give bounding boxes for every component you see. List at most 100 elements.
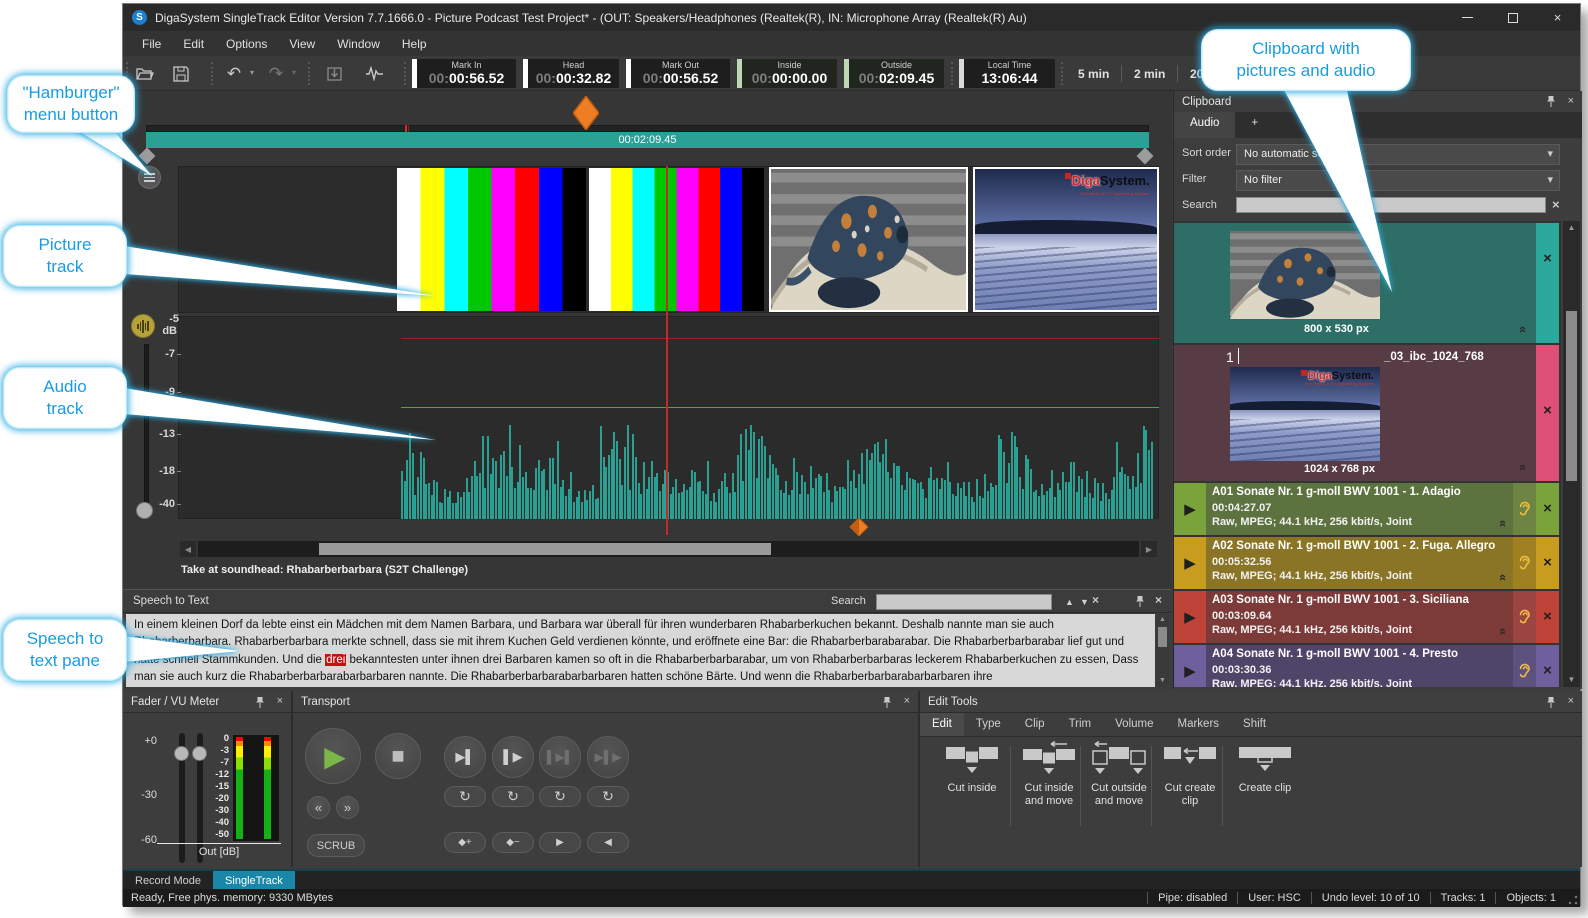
picture-clip-colorbars-1[interactable]	[397, 168, 586, 311]
volume-line[interactable]	[401, 407, 1159, 408]
timeline-scrollbar-thumb[interactable]	[319, 543, 771, 555]
clipboard-item-picture-lizard[interactable]: 800 x 530 px « ×	[1174, 223, 1559, 343]
clipboard-item-audio-2[interactable]: ▶ A02 Sonate Nr. 1 g-moll BWV 1001 - 2. …	[1174, 537, 1559, 589]
rewind-button[interactable]: «	[307, 796, 330, 819]
scroll-left-button[interactable]: ◀	[180, 541, 196, 557]
picture-clip-digasystem[interactable]: DigaSystem. The Radio & TV Operating Sys…	[973, 167, 1159, 312]
resize-grip[interactable]	[1568, 895, 1578, 905]
s2t-scrollbar[interactable]: ▲ ▼	[1156, 614, 1169, 687]
filter-dropdown[interactable]: No filter▾	[1236, 170, 1560, 191]
clipboard-close-icon[interactable]: ×	[1568, 95, 1574, 107]
item-play-button[interactable]: ▶	[1174, 591, 1206, 643]
tab-shift[interactable]: Shift	[1231, 713, 1278, 736]
save-button[interactable]	[168, 61, 194, 86]
delete-item-icon[interactable]: ×	[1543, 251, 1552, 266]
play-to-head-button[interactable]: ▶▌	[444, 736, 486, 778]
search-next-icon[interactable]: ▼	[1080, 597, 1089, 607]
undo-button[interactable]: ↶	[221, 61, 247, 86]
item-play-button[interactable]: ▶	[1174, 483, 1206, 535]
tool-create-clip[interactable]: Create clip	[1230, 741, 1300, 795]
menu-help[interactable]: Help	[391, 33, 438, 55]
tool-cut-outside-move[interactable]: Cut outside and move	[1084, 741, 1154, 808]
tool-cut-inside[interactable]: Cut inside	[937, 741, 1007, 795]
transport-pin-icon[interactable]	[882, 696, 892, 709]
clipboard-search-clear-icon[interactable]: ×	[1552, 197, 1560, 212]
undo-dropdown[interactable]: ▾	[250, 68, 254, 77]
maximize-button[interactable]	[1490, 4, 1535, 31]
play-from-head-button[interactable]: ▌▶	[492, 736, 534, 778]
scroll-down-icon[interactable]: ▼	[1563, 673, 1580, 687]
redo-dropdown[interactable]: ▾	[292, 68, 296, 77]
clipboard-item-picture-diga[interactable]: 1 _03_ibc_1024_768 DigaSystem. The Radio…	[1174, 345, 1559, 481]
delete-item-icon[interactable]: ×	[1543, 663, 1552, 678]
menu-file[interactable]: File	[131, 33, 172, 55]
menu-window[interactable]: Window	[326, 33, 391, 55]
clipboard-tab-audio[interactable]: Audio	[1174, 112, 1235, 138]
tab-edit[interactable]: Edit	[920, 713, 964, 736]
clipboard-add-tab[interactable]: +	[1235, 112, 1274, 138]
edit-tools-pin-icon[interactable]	[1546, 696, 1556, 709]
prev-marker-button[interactable]: ◀	[587, 832, 629, 853]
search-clear-icon[interactable]: ×	[1092, 593, 1099, 607]
close-button[interactable]: ×	[1535, 4, 1580, 31]
menu-view[interactable]: View	[278, 33, 326, 55]
clipboard-item-audio-3[interactable]: ▶ A03 Sonate Nr. 1 g-moll BWV 1001 - 3. …	[1174, 591, 1559, 643]
zoom-preset-2min[interactable]: 2 min	[1125, 61, 1174, 86]
playhead-marker-icon[interactable]	[573, 96, 599, 130]
collapse-icon[interactable]: «	[1496, 574, 1511, 581]
prelisten-button[interactable]	[1513, 645, 1536, 687]
clipboard-search-input[interactable]	[1236, 197, 1546, 213]
clipboard-item-audio-4[interactable]: ▶ A04 Sonate Nr. 1 g-moll BWV 1001 - 4. …	[1174, 645, 1559, 687]
minimize-button[interactable]	[1445, 4, 1490, 31]
scroll-right-button[interactable]: ▶	[1141, 541, 1157, 557]
stop-button[interactable]: ■	[375, 733, 421, 779]
collapse-icon[interactable]: «	[1516, 464, 1531, 471]
fader-close-icon[interactable]: ×	[277, 695, 283, 707]
next-marker-button[interactable]: ▶	[539, 832, 581, 853]
audio-waveform[interactable]	[401, 424, 1159, 519]
play-segment-button[interactable]: ▌▶▌	[539, 736, 581, 778]
loop-button-4[interactable]: ↻	[587, 786, 629, 807]
timecode-mark-in[interactable]: Mark In 00:00:56.52	[412, 59, 516, 88]
tab-singletrack[interactable]: SingleTrack	[213, 871, 295, 891]
edit-tools-close-icon[interactable]: ×	[1568, 695, 1574, 707]
audio-settings-button[interactable]	[361, 61, 387, 86]
sort-order-dropdown[interactable]: No automatic sort▾	[1236, 144, 1560, 165]
scrub-button[interactable]: SCRUB	[307, 834, 365, 857]
timecode-mark-out[interactable]: Mark Out 00:00:56.52	[626, 59, 730, 88]
s2t-search-input[interactable]	[876, 594, 1052, 610]
s2t-pin-icon[interactable]	[1135, 595, 1145, 608]
delete-marker-button[interactable]: ◆−	[492, 832, 534, 853]
item-play-button[interactable]: ▶	[1174, 645, 1206, 687]
delete-item-icon[interactable]: ×	[1543, 609, 1552, 624]
delete-item-icon[interactable]: ×	[1543, 403, 1552, 418]
timecode-inside[interactable]: Inside 00:00:00.00	[737, 59, 837, 88]
tab-volume[interactable]: Volume	[1103, 713, 1165, 736]
prelisten-button[interactable]	[1513, 483, 1536, 535]
picture-clip-lizard[interactable]	[769, 167, 968, 312]
loop-button-1[interactable]: ↻	[444, 786, 486, 807]
timecode-local-time[interactable]: Local Time 13:06:44	[959, 59, 1055, 88]
edit-marker-icon[interactable]	[849, 518, 869, 536]
tab-record-mode[interactable]: Record Mode	[123, 871, 213, 891]
play-around-button[interactable]: ▶▌▶	[587, 736, 629, 778]
picture-clip-colorbars-2[interactable]	[589, 168, 764, 311]
prelisten-button[interactable]	[1513, 591, 1536, 643]
prelisten-button[interactable]	[1513, 537, 1536, 589]
fader-pin-icon[interactable]	[255, 696, 265, 709]
loop-button-2[interactable]: ↻	[492, 786, 534, 807]
transport-close-icon[interactable]: ×	[904, 695, 910, 707]
timecode-outside[interactable]: Outside 00:02:09.45	[844, 59, 944, 88]
forward-button[interactable]: »	[336, 796, 359, 819]
timecode-head[interactable]: Head 00:00:32.82	[523, 59, 619, 88]
collapse-icon[interactable]: «	[1496, 628, 1511, 635]
tab-clip[interactable]: Clip	[1013, 713, 1057, 736]
open-button[interactable]	[132, 61, 158, 86]
loop-button-3[interactable]: ↻	[539, 786, 581, 807]
s2t-close-icon[interactable]: ×	[1155, 593, 1162, 607]
collapse-icon[interactable]: «	[1516, 326, 1531, 333]
tool-cut-inside-move[interactable]: Cut inside and move	[1014, 741, 1084, 808]
zoom-preset-5min[interactable]: 5 min	[1069, 61, 1118, 86]
clipboard-item-audio-1[interactable]: ▶ A01 Sonate Nr. 1 g-moll BWV 1001 - 1. …	[1174, 483, 1559, 535]
import-button[interactable]	[321, 61, 347, 86]
